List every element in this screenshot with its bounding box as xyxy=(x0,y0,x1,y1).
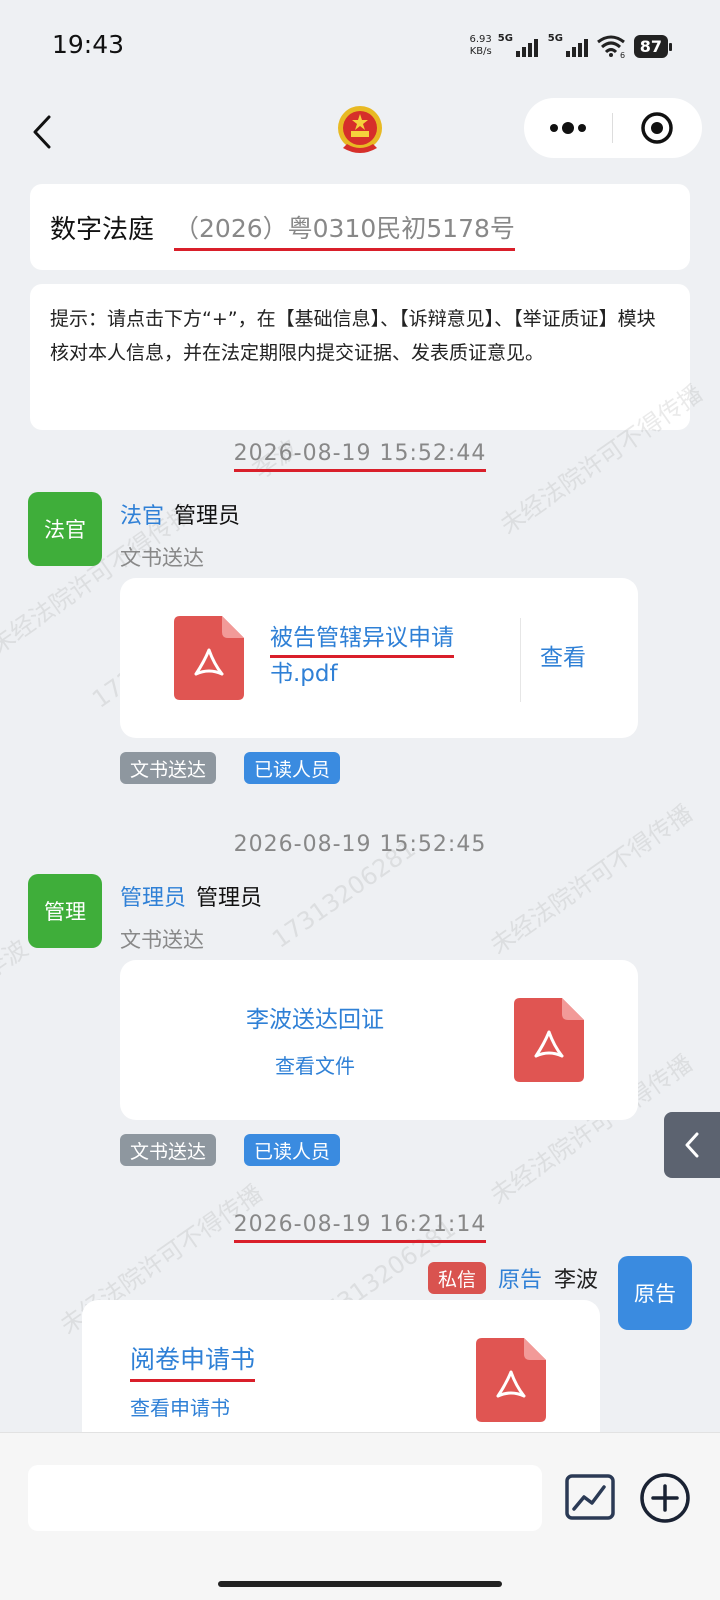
file-title-link[interactable]: 阅卷申请书 xyxy=(130,1342,256,1382)
case-header-card: 数字法庭 （2026）粤0310民初5178号 xyxy=(30,184,690,270)
avatar[interactable]: 法官 xyxy=(28,492,102,566)
view-file-link[interactable]: 查看文件 xyxy=(120,1048,510,1084)
back-icon xyxy=(33,115,51,149)
status-icons: 6.93 KB/s 5G 5G 6 87 xyxy=(469,30,673,62)
signal-icon-2: 5G xyxy=(548,33,588,57)
side-panel-toggle[interactable] xyxy=(664,1112,720,1178)
sender-name: 管理员 管理员 xyxy=(120,886,263,911)
message-input[interactable] xyxy=(28,1465,542,1531)
message-type: 文书送达 xyxy=(120,928,204,952)
sender-row: 私信 原告 李波 xyxy=(427,1262,598,1294)
sender-name: 法官 管理员 xyxy=(120,504,241,529)
file-message-card[interactable]: 被告管辖异议申请 书.pdf 查看 xyxy=(120,578,638,738)
add-circle-icon xyxy=(640,1473,690,1523)
close-mini-program-button[interactable] xyxy=(613,98,701,158)
input-bar xyxy=(0,1432,720,1600)
case-number: （2026）粤0310民初5178号 xyxy=(174,209,515,251)
message-timestamp: 2026-08-19 15:52:44 xyxy=(0,441,720,472)
message-type: 文书送达 xyxy=(120,546,204,570)
pdf-file-icon xyxy=(514,998,584,1082)
chevron-left-icon xyxy=(685,1132,699,1158)
wifi-icon: 6 xyxy=(596,35,625,58)
pdf-file-icon xyxy=(476,1338,546,1422)
image-upload-button[interactable] xyxy=(564,1473,616,1521)
network-speed: 6.93 KB/s xyxy=(469,34,492,57)
notice-card: 提示：请点击下方“+”，在【基础信息】、【诉辩意见】、【举证质证】模块核对本人信… xyxy=(30,284,690,430)
battery-indicator: 87 xyxy=(633,34,673,58)
avatar[interactable]: 管理 xyxy=(28,874,102,948)
home-indicator xyxy=(218,1581,502,1587)
mini-program-capsule xyxy=(524,98,702,158)
signal-icon: 5G xyxy=(498,33,538,57)
tag-document-delivery[interactable]: 文书送达 xyxy=(120,1134,217,1166)
notice-text: 提示：请点击下方“+”，在【基础信息】、【诉辩意见】、【举证质证】模块核对本人信… xyxy=(50,308,656,364)
tag-document-delivery[interactable]: 文书送达 xyxy=(120,752,217,784)
svg-text:6: 6 xyxy=(620,51,625,58)
back-button[interactable] xyxy=(22,110,62,154)
message-timestamp: 2026-08-19 15:52:45 xyxy=(233,832,487,857)
avatar[interactable]: 原告 xyxy=(618,1256,692,1330)
court-emblem-icon xyxy=(338,106,382,153)
target-icon xyxy=(641,112,673,144)
file-title-link[interactable]: 李波送达回证 xyxy=(120,1002,510,1038)
file-name-link[interactable]: 被告管辖异议申请 书.pdf xyxy=(270,620,454,692)
watermark: 未经法院许可不得传播 xyxy=(485,799,698,960)
file-message-card[interactable]: 阅卷申请书 查看申请书 xyxy=(82,1300,600,1450)
more-button[interactable] xyxy=(524,98,612,158)
file-message-card[interactable]: 李波送达回证 查看文件 xyxy=(120,960,638,1120)
add-button[interactable] xyxy=(638,1471,692,1525)
image-icon xyxy=(565,1474,615,1520)
message-timestamp: 2026-08-19 16:21:14 xyxy=(0,1212,720,1243)
pdf-file-icon xyxy=(174,616,244,700)
view-file-button[interactable]: 查看 xyxy=(540,640,586,676)
page-title: 数字法庭 xyxy=(50,214,155,245)
tag-readers[interactable]: 已读人员 xyxy=(244,1134,341,1166)
more-dots-icon xyxy=(550,122,586,134)
sender-name: 原告 李波 xyxy=(497,1268,598,1293)
status-bar: 19:43 6.93 KB/s 5G 5G 6 87 xyxy=(0,0,720,90)
tag-readers[interactable]: 已读人员 xyxy=(244,752,341,784)
status-time: 19:43 xyxy=(52,30,125,59)
private-message-badge: 私信 xyxy=(427,1262,486,1294)
view-application-link[interactable]: 查看申请书 xyxy=(130,1390,230,1426)
nav-bar xyxy=(0,90,720,180)
